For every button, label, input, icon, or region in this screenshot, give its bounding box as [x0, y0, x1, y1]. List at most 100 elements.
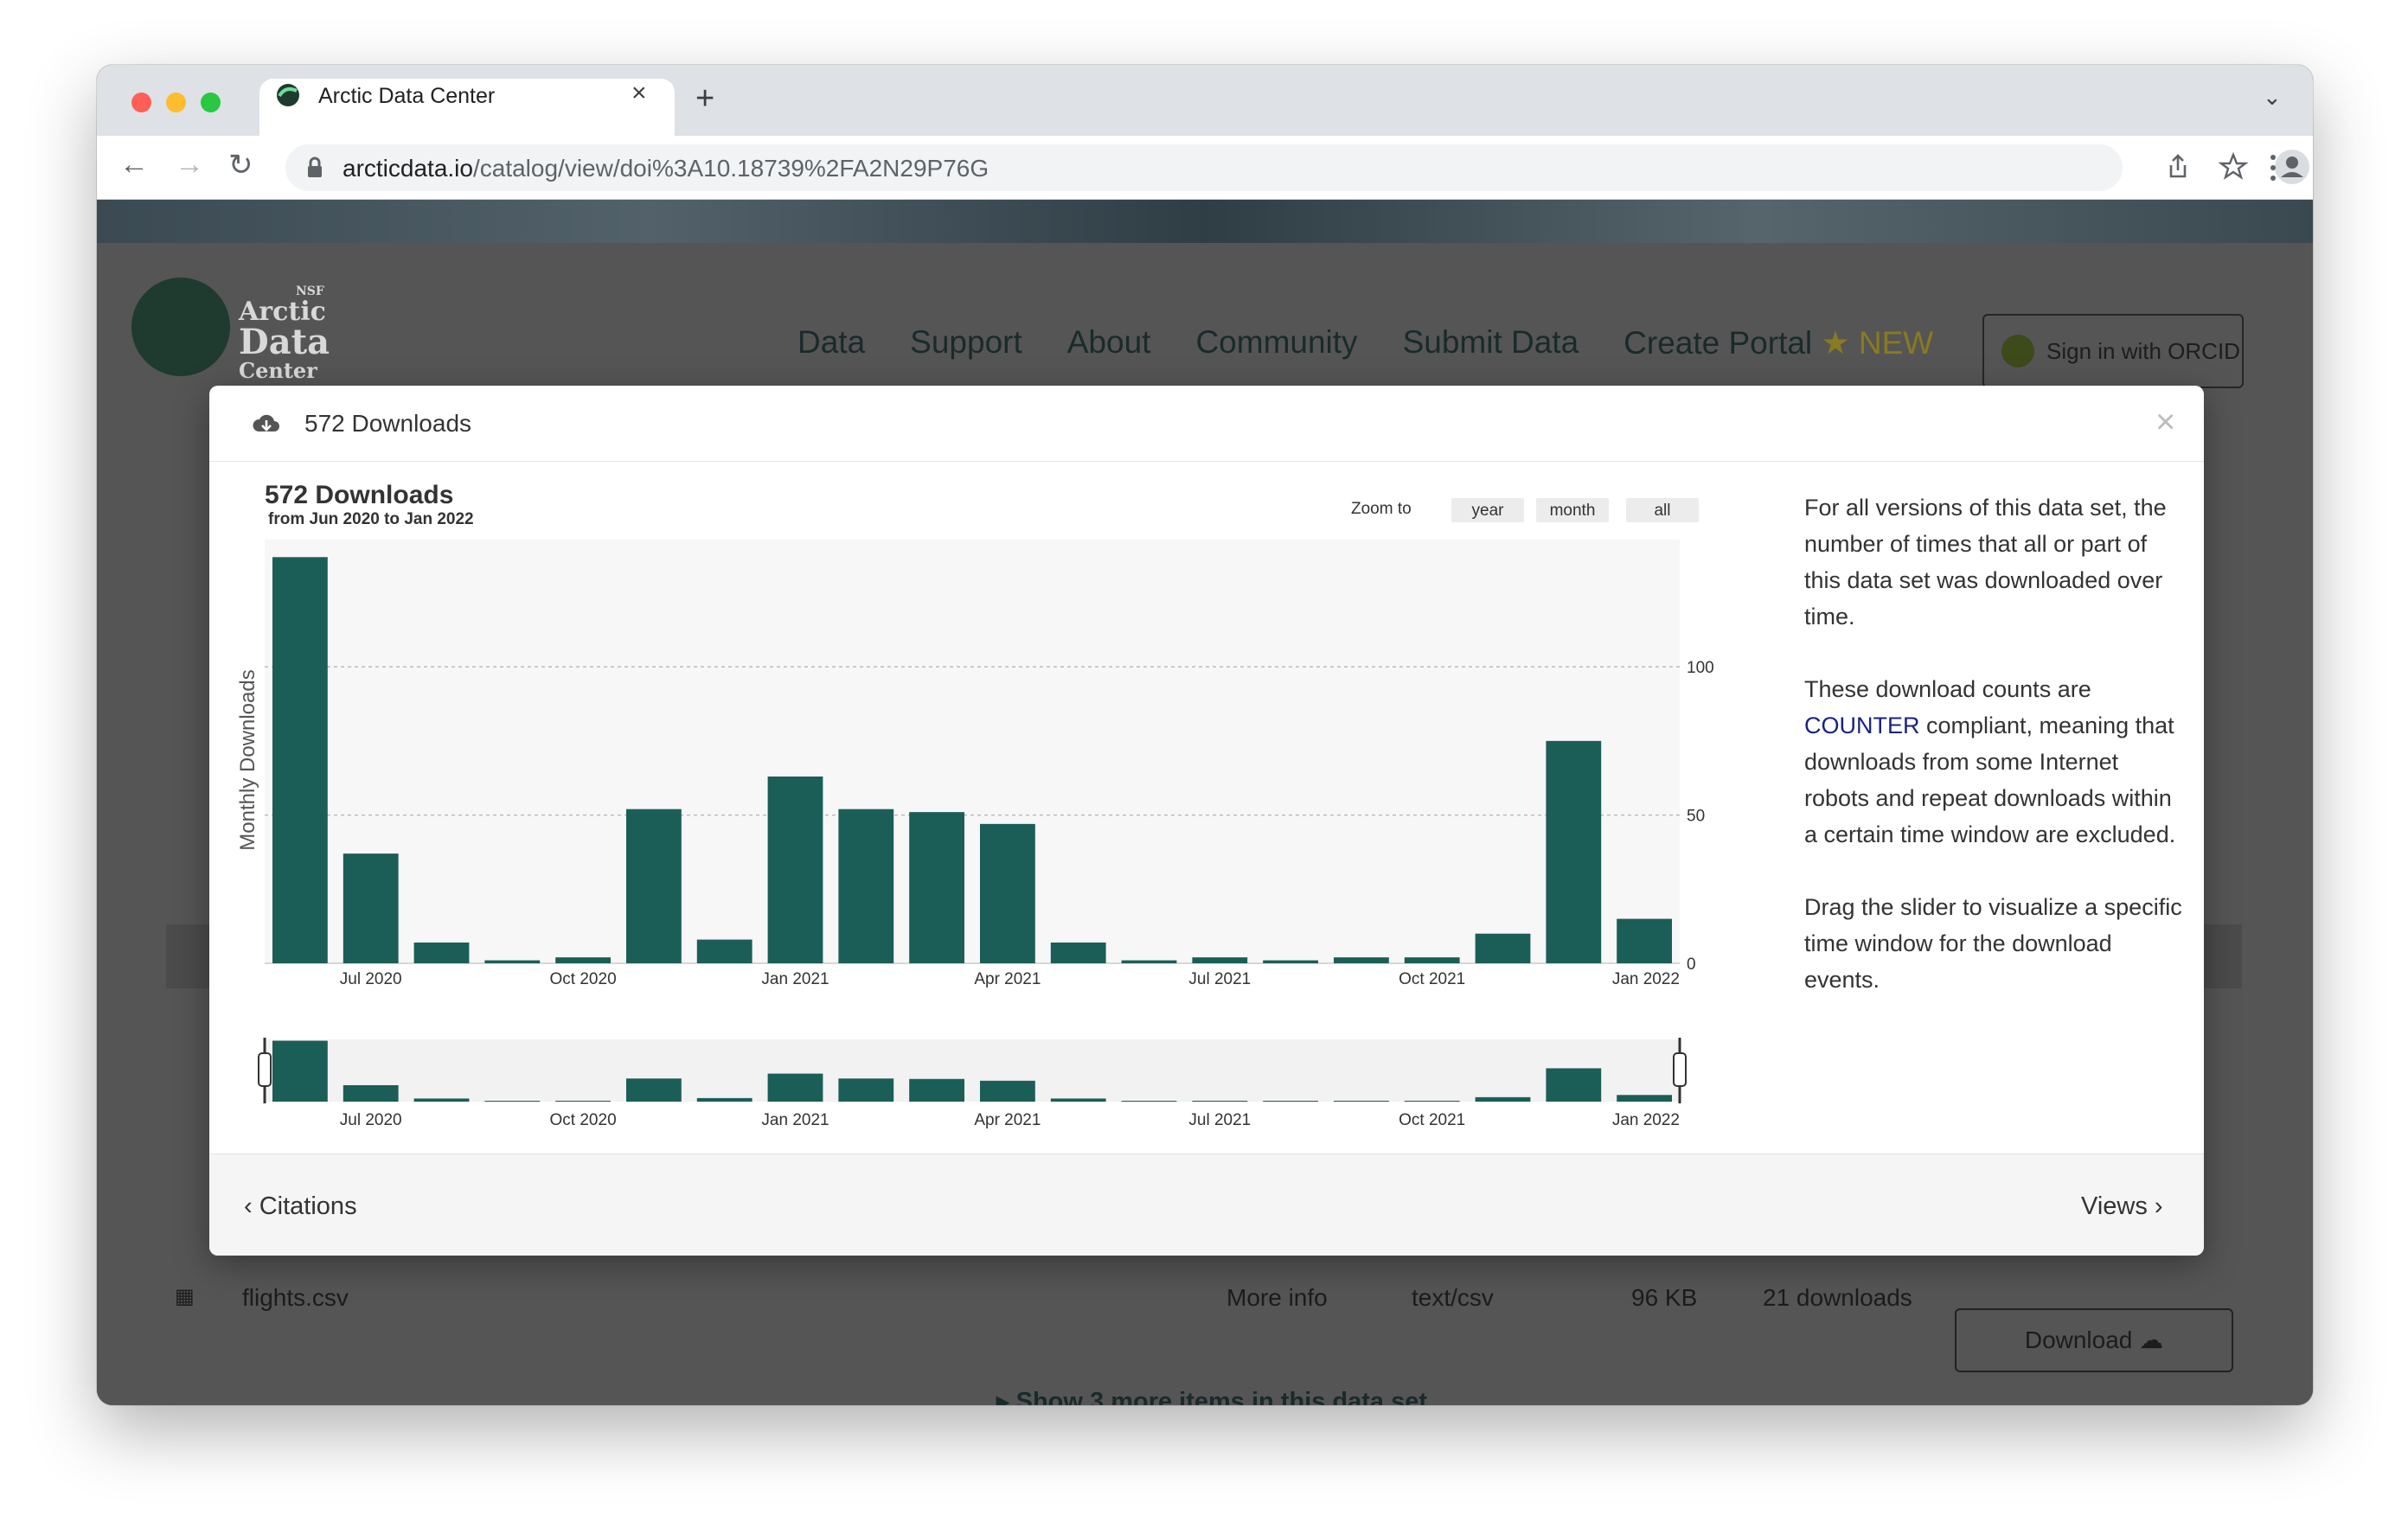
- chart-description: For all versions of this data set, the n…: [1804, 489, 2185, 1034]
- x-tick-label: Jul 2021: [1188, 1111, 1251, 1129]
- cloud-download-icon: ☁: [2139, 1326, 2164, 1353]
- bar-aug-2020[interactable]: [413, 943, 470, 963]
- range-slider-track: [265, 1039, 1680, 1102]
- logo-line3: Center: [239, 358, 317, 383]
- range-slider-bar: [484, 1101, 541, 1102]
- x-tick-label: Jan 2021: [761, 970, 829, 988]
- range-slider-bar: [979, 1080, 1035, 1102]
- nav-item-community[interactable]: Community: [1195, 324, 1357, 361]
- bar-oct-2020[interactable]: [555, 957, 612, 963]
- range-slider-bar: [1333, 1100, 1389, 1102]
- tab-search-chevron-icon[interactable]: ⌄: [2263, 84, 2282, 111]
- url-text: arcticdata.io/catalog/view/doi%3A10.1873…: [343, 155, 989, 182]
- show-more-items-link[interactable]: ▸ Show 3 more items in this data set: [996, 1386, 1427, 1405]
- bar-sep-2020[interactable]: [484, 960, 541, 963]
- table-row: ▦ flights.csv More info text/csv 96 KB 2…: [166, 1267, 2242, 1343]
- x-tick-label: Jan 2021: [761, 1111, 829, 1129]
- bar-may-2021[interactable]: [1050, 943, 1106, 963]
- bar-aug-2021[interactable]: [1263, 960, 1319, 963]
- bar-jul-2021[interactable]: [1192, 957, 1248, 963]
- citations-label: Citations: [259, 1192, 357, 1220]
- bar-dec-2021[interactable]: [1546, 740, 1602, 963]
- bar-apr-2021[interactable]: [979, 823, 1035, 963]
- nav-item-data[interactable]: Data: [797, 324, 865, 361]
- x-tick-label: Jan 2022: [1612, 1111, 1680, 1129]
- range-slider-bar: [1050, 1098, 1106, 1102]
- minimize-window-button[interactable]: [166, 93, 186, 112]
- close-window-button[interactable]: [131, 93, 151, 112]
- bar-mar-2021[interactable]: [909, 812, 965, 963]
- range-slider-left-handle[interactable]: [258, 1052, 272, 1087]
- range-slider[interactable]: [258, 1038, 1687, 1103]
- maximize-window-button[interactable]: [201, 93, 221, 112]
- x-tick-label: Oct 2020: [550, 970, 617, 988]
- bar-dec-2020[interactable]: [696, 939, 752, 963]
- url-path: /catalog/view/doi%3A10.18739%2FA2N29P76G: [472, 155, 989, 182]
- range-slider-bar: [1192, 1100, 1248, 1102]
- range-slider-right-handle[interactable]: [1673, 1052, 1687, 1087]
- range-slider-bar: [1617, 1095, 1673, 1102]
- bar-nov-2020[interactable]: [625, 809, 682, 963]
- new-tab-icon[interactable]: +: [695, 80, 714, 118]
- y-tick-label: 50: [1687, 808, 1705, 826]
- sign-in-orcid-button[interactable]: Sign in with ORCID: [1982, 314, 2244, 388]
- nav-create-portal-label: Create Portal: [1623, 325, 1813, 361]
- x-tick-label: Jan 2022: [1612, 970, 1680, 988]
- orcid-icon: [2001, 335, 2034, 368]
- bar-nov-2021[interactable]: [1475, 933, 1531, 963]
- close-icon[interactable]: ×: [2155, 403, 2175, 442]
- bar-jan-2022[interactable]: [1617, 918, 1673, 963]
- download-button-label: Download: [2024, 1326, 2133, 1353]
- views-link[interactable]: Views ›: [2081, 1192, 2163, 1221]
- range-slider-x-ticks: Jul 2020 Oct 2020 Jan 2021 Apr 2021 Jul 2021…: [340, 1111, 1680, 1129]
- bar-sep-2021[interactable]: [1333, 957, 1389, 963]
- star-icon[interactable]: [2218, 151, 2249, 182]
- file-name[interactable]: flights.csv: [242, 1284, 349, 1312]
- browser-toolbar: ← → ↻ arcticdata.io/catalog/view/doi%3A1…: [97, 136, 2313, 200]
- table-file-icon: ▦: [175, 1285, 195, 1308]
- tab-close-icon[interactable]: ×: [631, 79, 647, 108]
- x-tick-label: Apr 2021: [974, 1111, 1041, 1129]
- zoom-buttons: year month all: [1451, 498, 1699, 522]
- arctic-logo-icon[interactable]: [131, 278, 230, 376]
- nav-item-about[interactable]: About: [1067, 324, 1151, 361]
- range-slider-bar: [625, 1078, 682, 1102]
- nav-item-create-portal[interactable]: Create Portal ★ NEW: [1623, 324, 1933, 361]
- chevron-right-icon: ›: [2154, 1192, 2163, 1220]
- modal-footer: ‹ Citations Views ›: [209, 1154, 2204, 1256]
- bar-jul-2020[interactable]: [343, 853, 399, 963]
- bar-jun-2020[interactable]: [272, 557, 328, 963]
- share-icon[interactable]: [2162, 151, 2193, 182]
- bar-oct-2021[interactable]: [1404, 957, 1460, 963]
- forward-arrow-icon[interactable]: →: [175, 148, 204, 182]
- show-more-label: Show 3 more items in this data set: [1015, 1388, 1428, 1405]
- bar-jun-2021[interactable]: [1121, 960, 1177, 963]
- download-button[interactable]: Download ☁: [1955, 1308, 2233, 1372]
- zoom-year-label: year: [1472, 502, 1505, 520]
- kebab-menu-icon[interactable]: [2268, 146, 2278, 189]
- reload-icon[interactable]: ↻: [228, 148, 253, 182]
- nav-item-submit-data[interactable]: Submit Data: [1403, 324, 1579, 361]
- modal-title: 572 Downloads: [304, 410, 472, 437]
- profile-icon[interactable]: [2273, 148, 2311, 186]
- range-slider-bar: [696, 1097, 752, 1102]
- site-logo-text: NSF Arctic Data Center: [239, 284, 330, 383]
- bar-feb-2021[interactable]: [838, 809, 894, 963]
- logo-line2: Data: [239, 322, 330, 362]
- back-arrow-icon[interactable]: ←: [119, 148, 149, 182]
- lock-icon: [308, 157, 322, 177]
- nav-item-support[interactable]: Support: [910, 324, 1022, 361]
- url-host: arcticdata.io: [343, 155, 473, 182]
- y-ticks: 0 50 100: [1687, 659, 1714, 974]
- chart-title: 572 Downloads: [265, 481, 453, 509]
- bar-jan-2021[interactable]: [767, 777, 823, 963]
- range-slider-bar: [1121, 1101, 1177, 1102]
- counter-link[interactable]: COUNTER: [1804, 713, 1920, 738]
- more-info-link[interactable]: More info: [1226, 1284, 1328, 1312]
- x-tick-label: Jul 2020: [340, 1111, 402, 1129]
- address-bar[interactable]: arcticdata.io/catalog/view/doi%3A10.1873…: [285, 144, 2123, 191]
- downloads-chart: 572 Downloads from Jun 2020 to Jan 2022 …: [236, 481, 1714, 1129]
- citations-link[interactable]: ‹ Citations: [244, 1192, 357, 1221]
- file-download-count: 21 downloads: [1763, 1284, 1912, 1311]
- cloud-download-icon: [253, 414, 279, 431]
